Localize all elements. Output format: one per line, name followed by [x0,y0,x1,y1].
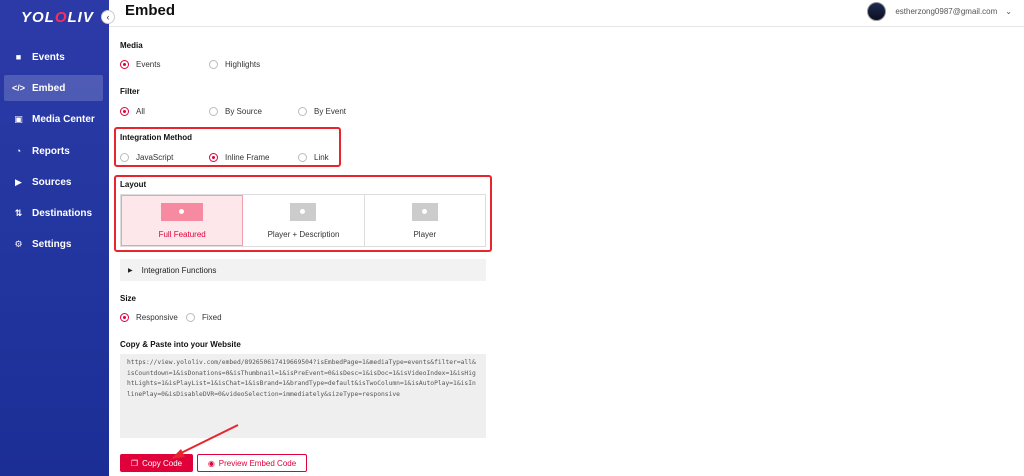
radio-dot [209,60,218,69]
radio-dot [120,153,129,162]
logo: YOLOLIV [21,9,94,26]
code-label: Copy & Paste into your Website [120,340,241,349]
filter-radio-by-event[interactable]: By Event [298,107,346,116]
layout-option-full-featured[interactable]: Full Featured [121,195,244,246]
sidebar-item-settings[interactable]: ⚙ Settings [4,231,103,257]
radio-dot [298,107,307,116]
sidebar-item-destinations[interactable]: ⇅ Destinations [4,200,103,226]
radio-dot [298,153,307,162]
filter-radio-by-source[interactable]: By Source [209,107,262,116]
camera-icon: ▶ [15,176,22,187]
layout-option-player-description[interactable]: Player + Description [243,195,365,246]
layout-thumbnail [161,202,204,221]
annotation-arrow [171,424,239,459]
integration-label: Integration Method [120,133,192,142]
radio-dot [120,60,129,69]
sidebar-item-media-center[interactable]: ▣ Media Center [4,106,103,132]
integration-radio-link[interactable]: Link [298,153,329,162]
integration-radio-javascript[interactable]: JavaScript [120,153,173,162]
radio-dot [120,313,129,322]
sidebar-item-embed[interactable]: </> Embed [4,75,103,101]
layout-thumbnail [411,202,438,221]
integration-functions-toggle[interactable]: ▶ Integration Functions [120,259,486,281]
sidebar-item-reports[interactable]: ◔ Reports [4,138,103,164]
code-icon: </> [12,83,26,93]
sidebar-item-events[interactable]: ■ Events [4,44,103,70]
filter-radio-all[interactable]: All [120,107,145,116]
radio-dot [120,107,129,116]
media-label: Media [120,41,143,50]
size-radio-fixed[interactable]: Fixed [186,313,222,322]
radio-dot [209,153,218,162]
chevron-down-icon: ⌄ [1005,7,1012,16]
size-radio-responsive[interactable]: Responsive [120,313,178,322]
gear-icon: ⚙ [14,238,23,249]
size-label: Size [120,294,137,303]
filter-label: Filter [120,87,140,96]
collapse-sidebar-button[interactable]: ‹ [101,10,115,24]
radio-dot [209,107,218,116]
layout-label: Layout [120,180,147,189]
layout-options: Full Featured Player + Description Playe… [120,194,486,247]
caret-right-icon: ▶ [128,267,133,274]
radio-dot [186,313,195,322]
page-title: Embed [125,2,176,19]
video-camera-icon: ■ [15,52,22,62]
top-bar: Embed estherzong0987@gmail.com ⌄ [109,0,1024,27]
share-icon: ⇅ [14,207,23,218]
pie-chart-icon: ◔ [15,146,22,156]
copy-icon: ❐ [130,458,139,468]
media-radio-highlights[interactable]: Highlights [209,60,260,69]
layout-thumbnail [290,202,317,221]
chevron-left-icon: ‹ [106,12,110,22]
user-email: estherzong0987@gmail.com [895,7,998,16]
layout-option-player[interactable]: Player [365,195,485,246]
user-menu[interactable]: estherzong0987@gmail.com ⌄ [867,2,1012,21]
media-icon: ▣ [14,113,23,124]
avatar [867,2,887,21]
integration-radio-inline-frame[interactable]: Inline Frame [209,153,269,162]
media-radio-events[interactable]: Events [120,60,160,69]
sidebar: YOLOLIV ■ Events </> Embed ▣ Media Center ◔… [0,0,109,476]
sidebar-item-sources[interactable]: ▶ Sources [4,169,103,195]
